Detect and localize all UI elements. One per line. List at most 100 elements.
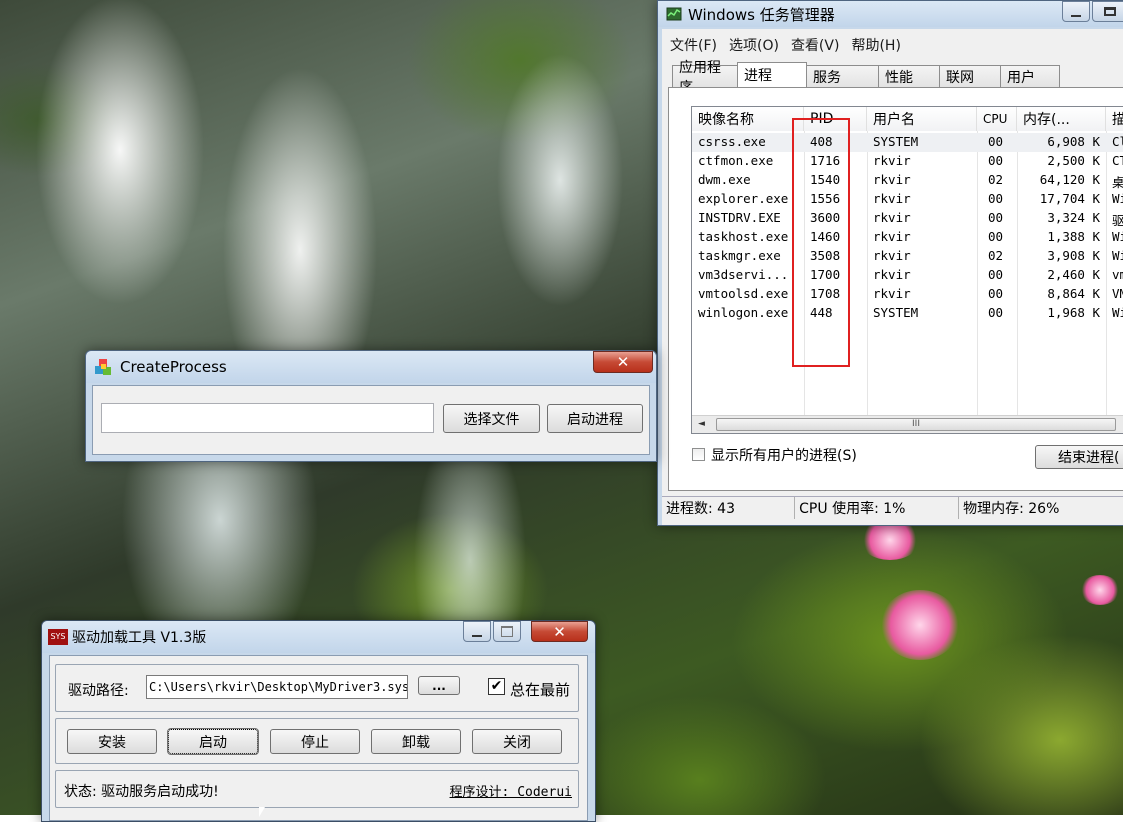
scroll-left-icon[interactable]: ◄: [698, 419, 705, 429]
process-row[interactable]: winlogon.exe448SYSTEM001,968 KWi: [692, 304, 1123, 323]
maximize-button[interactable]: [493, 621, 521, 642]
minimize-button[interactable]: [463, 621, 491, 642]
uninstall-button[interactable]: 卸载: [371, 729, 461, 754]
tab-processes[interactable]: 进程: [737, 62, 807, 87]
menu-options[interactable]: 选项(O): [723, 35, 785, 55]
process-list[interactable]: 映像名称 PID 用户名 CPU 内存(... 描 csrss.exe408SY…: [691, 106, 1123, 434]
menu-bar: 文件(F) 选项(O) 查看(V) 帮助(H): [664, 35, 907, 55]
process-row[interactable]: taskmgr.exe3508rkvir023,908 KWi: [692, 247, 1123, 266]
process-cpu: 02: [988, 172, 1004, 187]
status-group: 状态: 驱动服务启动成功! 程序设计: Coderui: [55, 770, 579, 808]
process-desc: vm: [1112, 267, 1123, 282]
process-user: rkvir: [873, 267, 911, 282]
process-row[interactable]: INSTDRV.EXE3600rkvir003,324 K驱: [692, 209, 1123, 228]
choose-file-button[interactable]: 选择文件: [443, 404, 540, 433]
task-manager-window: Windows 任务管理器 文件(F) 选项(O) 查看(V) 帮助(H) 应用…: [657, 0, 1123, 526]
close-button[interactable]: ✕: [593, 351, 653, 373]
end-process-button[interactable]: 结束进程(: [1035, 445, 1123, 469]
process-name: taskhost.exe: [698, 229, 789, 244]
process-user: rkvir: [873, 172, 911, 187]
start-process-button[interactable]: 启动进程: [547, 404, 643, 433]
flower-decoration: [1080, 575, 1120, 605]
task-manager-body: 文件(F) 选项(O) 查看(V) 帮助(H) 应用程序 进程 服务 性能 联网…: [662, 29, 1123, 525]
process-cpu: 00: [988, 210, 1004, 225]
process-cpu: 00: [988, 229, 1004, 244]
path-input[interactable]: [101, 403, 434, 433]
tab-applications[interactable]: 应用程序: [672, 60, 738, 96]
driver-tool-titlebar[interactable]: SYS 驱动加载工具 V1.3版 ✕: [42, 621, 595, 653]
show-all-users-label[interactable]: 显示所有用户的进程(S): [711, 445, 857, 465]
tab-performance[interactable]: 性能: [878, 65, 940, 87]
tab-strip: 应用程序 进程 服务 性能 联网 用户: [672, 60, 1060, 96]
stop-button[interactable]: 停止: [270, 729, 360, 754]
processes-panel: 映像名称 PID 用户名 CPU 内存(... 描 csrss.exe408SY…: [668, 87, 1123, 491]
maximize-button[interactable]: [1092, 1, 1123, 22]
process-row[interactable]: csrss.exe408SYSTEM006,908 KCl: [692, 133, 1123, 152]
process-user: rkvir: [873, 248, 911, 263]
maximize-icon: [501, 626, 513, 637]
status-text: 状态: 驱动服务启动成功!: [64, 784, 219, 800]
tab-networking[interactable]: 联网: [939, 65, 1001, 87]
process-row[interactable]: explorer.exe1556rkvir0017,704 KWi: [692, 190, 1123, 209]
status-bar: 进程数: 43 CPU 使用率: 1% 物理内存: 26%: [662, 496, 1123, 519]
driver-path-label: 驱动路径:: [68, 683, 129, 699]
process-cpu: 00: [988, 305, 1004, 320]
process-user: rkvir: [873, 229, 911, 244]
always-on-top-checkbox[interactable]: ✔: [488, 678, 505, 695]
process-mem: 6,908 K: [1047, 134, 1100, 149]
scrollbar-thumb[interactable]: III: [716, 418, 1116, 431]
mouse-cursor: [259, 807, 265, 817]
process-mem: 1,968 K: [1047, 305, 1100, 320]
menu-file[interactable]: 文件(F): [664, 35, 723, 55]
process-mem: 17,704 K: [1039, 191, 1100, 206]
driver-path-input[interactable]: C:\Users\rkvir\Desktop\MyDriver3.sys: [146, 675, 408, 699]
install-button[interactable]: 安装: [67, 729, 157, 754]
column-memory[interactable]: 内存(...: [1017, 107, 1106, 131]
process-mem: 64,120 K: [1039, 172, 1100, 187]
process-desc: VM: [1112, 286, 1123, 301]
pid-highlight-box: [792, 118, 850, 367]
process-row[interactable]: vmtoolsd.exe1708rkvir008,864 KVM: [692, 285, 1123, 304]
process-row[interactable]: taskhost.exe1460rkvir001,388 KWi: [692, 228, 1123, 247]
process-name: dwm.exe: [698, 172, 751, 187]
tab-users[interactable]: 用户: [1000, 65, 1060, 87]
task-manager-titlebar[interactable]: Windows 任务管理器: [658, 1, 1123, 27]
browse-button[interactable]: ...: [418, 676, 460, 695]
menu-help[interactable]: 帮助(H): [845, 35, 906, 55]
close-tool-button[interactable]: 关闭: [472, 729, 562, 754]
process-cpu: 00: [988, 153, 1004, 168]
column-cpu[interactable]: CPU: [977, 107, 1017, 131]
minimize-icon: [1071, 14, 1081, 17]
createprocess-titlebar[interactable]: CreateProcess ✕: [86, 351, 656, 383]
always-on-top-label[interactable]: 总在最前: [510, 679, 570, 700]
minimize-button[interactable]: [1062, 1, 1090, 22]
process-user: rkvir: [873, 153, 911, 168]
column-description[interactable]: 描: [1106, 107, 1123, 131]
driver-tool-body: 驱动路径: C:\Users\rkvir\Desktop\MyDriver3.s…: [49, 655, 588, 821]
colored-blocks-icon: [94, 358, 112, 376]
process-desc: Cl: [1112, 134, 1123, 149]
author-link[interactable]: 程序设计: Coderui: [450, 781, 572, 800]
show-all-users-checkbox[interactable]: [692, 448, 705, 461]
process-user: SYSTEM: [873, 305, 919, 320]
process-desc: Wi: [1112, 191, 1123, 206]
process-row[interactable]: ctfmon.exe1716rkvir002,500 KCT: [692, 152, 1123, 171]
process-name: csrss.exe: [698, 134, 766, 149]
process-desc: 驱: [1112, 210, 1123, 229]
process-name: winlogon.exe: [698, 305, 789, 320]
close-button[interactable]: ✕: [531, 621, 588, 642]
process-desc: CT: [1112, 153, 1123, 168]
column-username[interactable]: 用户名: [867, 107, 977, 131]
horizontal-scrollbar[interactable]: ◄ III: [692, 415, 1123, 433]
createprocess-body: 选择文件 启动进程: [92, 385, 650, 455]
tab-services[interactable]: 服务: [806, 65, 879, 87]
column-image-name[interactable]: 映像名称: [692, 107, 804, 131]
process-row[interactable]: dwm.exe1540rkvir0264,120 K桌: [692, 171, 1123, 190]
maximize-icon: [1104, 7, 1116, 16]
menu-view[interactable]: 查看(V): [785, 35, 846, 55]
process-name: ctfmon.exe: [698, 153, 774, 168]
flower-decoration: [860, 520, 920, 560]
process-mem: 1,388 K: [1047, 229, 1100, 244]
process-row[interactable]: vm3dservi...1700rkvir002,460 Kvm: [692, 266, 1123, 285]
start-button[interactable]: 启动: [167, 728, 259, 755]
